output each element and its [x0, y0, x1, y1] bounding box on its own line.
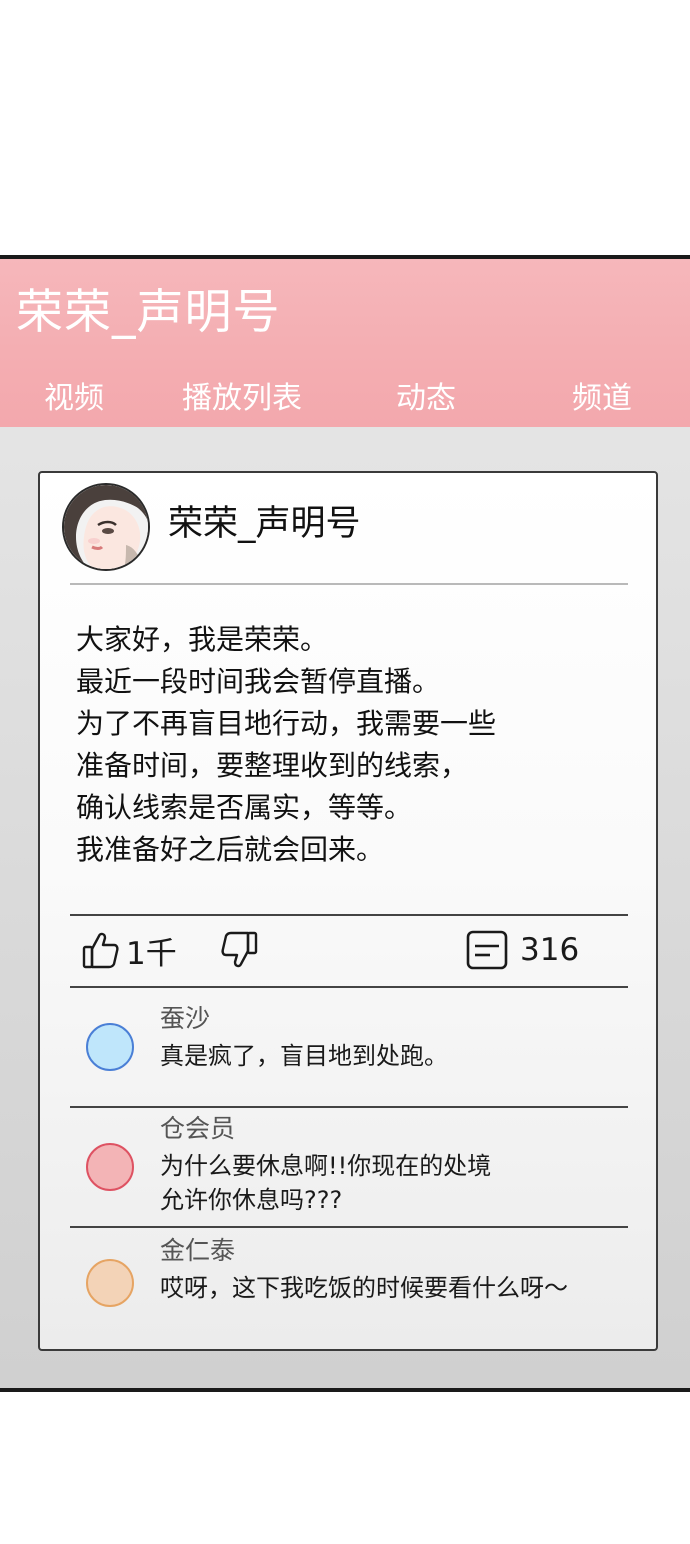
- tab-channels[interactable]: 频道: [572, 379, 632, 419]
- commenter-avatar[interactable]: [86, 1143, 134, 1191]
- channel-panel: 荣荣_声明号 视频 播放列表 动态 频道 荣荣_声明号 大家好，我是荣荣。 最近…: [0, 255, 690, 1392]
- post-line: 最近一段时间我会暂停直播。: [76, 665, 441, 698]
- post-body: 大家好，我是荣荣。 最近一段时间我会暂停直播。 为了不再盲目地行动，我需要一些 …: [76, 619, 616, 871]
- post-line: 为了不再盲目地行动，我需要一些: [76, 707, 497, 740]
- commenter-name[interactable]: 蚕沙: [160, 1003, 210, 1035]
- thumbs-up-icon: [82, 932, 119, 969]
- channel-header: 荣荣_声明号 视频 播放列表 动态 频道: [0, 259, 690, 427]
- comment-item: 蚕沙 真是疯了，盲目地到处跑。: [40, 997, 656, 1105]
- comment-divider: [70, 1226, 628, 1228]
- commenter-name[interactable]: 仓会员: [160, 1113, 235, 1145]
- post-line: 确认线索是否属实，等等。: [76, 791, 413, 824]
- post-author-name[interactable]: 荣荣_声明号: [168, 501, 361, 547]
- author-avatar-illustration: [64, 485, 148, 569]
- comment-divider: [70, 1106, 628, 1108]
- comment-text: 哎呀，这下我吃饭的时候要看什么呀～: [160, 1274, 568, 1302]
- post-card: 荣荣_声明号 大家好，我是荣荣。 最近一段时间我会暂停直播。 为了不再盲目地行动…: [38, 471, 658, 1351]
- actions-top-divider: [70, 914, 628, 916]
- post-line: 准备时间，要整理收到的线索，: [76, 749, 469, 782]
- channel-title: 荣荣_声明号: [16, 285, 281, 340]
- commenter-avatar[interactable]: [86, 1259, 134, 1307]
- post-line: 大家好，我是荣荣。: [76, 623, 329, 656]
- comment-text: 允许你休息吗???: [160, 1186, 343, 1214]
- commenter-avatar[interactable]: [86, 1023, 134, 1071]
- commenter-name[interactable]: 金仁泰: [160, 1235, 235, 1267]
- post-line: 我准备好之后就会回来。: [76, 833, 385, 866]
- comment-item: 仓会员 为什么要休息啊!!你现在的处境 允许你休息吗???: [40, 1109, 656, 1225]
- thumbs-down-icon: [221, 931, 258, 968]
- dislike-button[interactable]: [220, 928, 258, 972]
- comment-count: 316: [520, 932, 580, 968]
- actions-bottom-divider: [70, 986, 628, 988]
- comment-text: 真是疯了，盲目地到处跑。: [160, 1042, 448, 1070]
- comment-text: 为什么要休息啊!!你现在的处境: [160, 1152, 492, 1180]
- tab-videos[interactable]: 视频: [44, 379, 104, 419]
- like-button[interactable]: 1千: [82, 928, 177, 972]
- comment-icon: [466, 930, 508, 970]
- comment-item: 金仁泰 哎呀，这下我吃饭的时候要看什么呀～: [40, 1229, 656, 1339]
- author-avatar[interactable]: [62, 483, 150, 571]
- like-count: 1千: [126, 935, 177, 972]
- comments-button[interactable]: 316: [466, 928, 579, 972]
- tab-posts[interactable]: 动态: [396, 379, 456, 419]
- tab-playlists[interactable]: 播放列表: [182, 379, 302, 419]
- header-divider: [70, 583, 628, 585]
